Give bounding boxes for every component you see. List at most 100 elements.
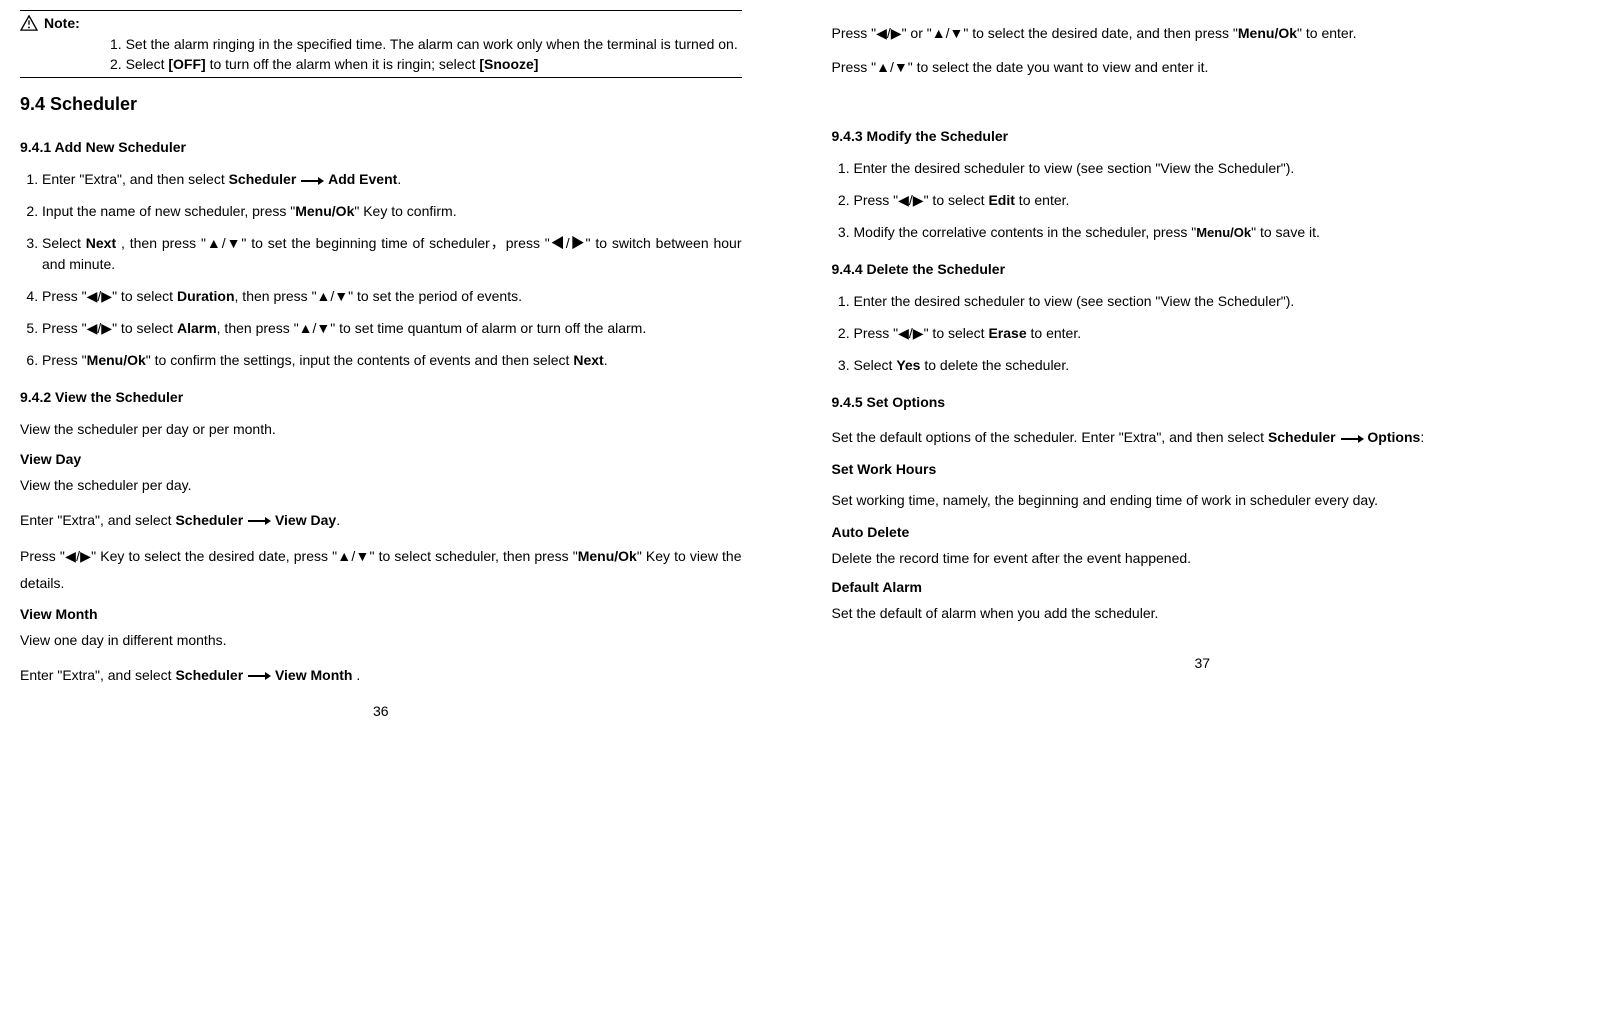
text: Press "◀/▶" to select (854, 325, 989, 341)
text: , then press "▲/▼" to set the period of … (235, 288, 522, 304)
divider (20, 77, 742, 78)
sub-heading: Auto Delete (832, 524, 1574, 540)
text: Press "◀/▶" or "▲/▼" to select the desir… (832, 25, 1238, 41)
text: to enter. (1015, 192, 1069, 208)
arrow-right-icon (247, 671, 271, 681)
text: . (397, 171, 401, 187)
paragraph: Set the default options of the scheduler… (832, 424, 1574, 451)
bold: Yes (896, 357, 920, 373)
snooze-key: [Snooze] (479, 56, 538, 72)
text: " to enter. (1297, 25, 1356, 41)
step-item: Enter the desired scheduler to view (see… (854, 291, 1574, 313)
bold: Options (1367, 429, 1420, 445)
text: Set the default options of the scheduler… (832, 429, 1268, 445)
text: . (336, 512, 340, 528)
sub-heading: View Day (20, 451, 742, 467)
bold: Scheduler (1268, 429, 1336, 445)
subsection-heading: 9.4.3 Modify the Scheduler (832, 128, 1574, 144)
steps-list: Enter the desired scheduler to view (see… (832, 158, 1574, 243)
section-heading: 9.4 Scheduler (20, 94, 742, 115)
page-number: 37 (832, 655, 1574, 671)
step-item: Select Next , then press "▲/▼" to set th… (42, 233, 742, 276)
divider (20, 10, 742, 11)
step-item: Press "◀/▶" to select Duration, then pre… (42, 286, 742, 308)
bold: Alarm (177, 320, 217, 336)
steps-list: Enter "Extra", and then select Scheduler… (20, 169, 742, 371)
text: Enter "Extra", and select (20, 512, 175, 528)
text: Enter "Extra", and then select (42, 171, 229, 187)
text: Enter the desired scheduler to view (see… (854, 160, 1295, 176)
step-item: Press "◀/▶" to select Alarm, then press … (42, 318, 742, 340)
text: " to save it. (1251, 224, 1320, 240)
bold: Next (573, 352, 603, 368)
text: Press "◀/▶" to select (42, 320, 177, 336)
text: " to confirm the settings, input the con… (146, 352, 574, 368)
bold: Menu/Ok (1196, 225, 1251, 240)
paragraph: Set working time, namely, the beginning … (832, 487, 1574, 514)
paragraph: Delete the record time for event after t… (832, 548, 1574, 570)
subsection-heading: 9.4.1 Add New Scheduler (20, 139, 742, 155)
page-spread: Note: 1. Set the alarm ringing in the sp… (0, 0, 1603, 1015)
text: , then press "▲/▼" to set time quantum o… (217, 320, 647, 336)
note-item: 1. Set the alarm ringing in the specifie… (110, 35, 742, 53)
bold: Edit (988, 192, 1014, 208)
page-right: Press "◀/▶" or "▲/▼" to select the desir… (802, 0, 1603, 1015)
paragraph: Enter "Extra", and select Scheduler View… (20, 507, 742, 534)
bold: Scheduler (229, 171, 297, 187)
text: " Key to confirm. (354, 203, 456, 219)
step-item: Enter "Extra", and then select Scheduler… (42, 169, 742, 191)
step-item: Press "Menu/Ok" to confirm the settings,… (42, 350, 742, 372)
text: Press " (42, 352, 87, 368)
text: . (604, 352, 608, 368)
subsection-heading: 9.4.4 Delete the Scheduler (832, 261, 1574, 277)
text: Enter "Extra", and select (20, 667, 175, 683)
bold: Duration (177, 288, 235, 304)
arrow-right-icon (1340, 434, 1364, 444)
paragraph: Press "◀/▶" or "▲/▼" to select the desir… (832, 20, 1574, 47)
text: . (352, 667, 360, 683)
arrow-right-icon (247, 516, 271, 526)
paragraph: Enter "Extra", and select Scheduler View… (20, 662, 742, 689)
text: Enter the desired scheduler to view (see… (854, 293, 1295, 309)
bold: Scheduler (175, 512, 243, 528)
bold: Menu/Ok (1238, 25, 1297, 41)
subsection-heading: 9.4.5 Set Options (832, 394, 1574, 410)
bold: Menu/Ok (295, 203, 354, 219)
bold: View Month (275, 667, 353, 683)
note-header: Note: (20, 15, 742, 31)
paragraph: View the scheduler per day. (20, 475, 742, 497)
step-item: Input the name of new scheduler, press "… (42, 201, 742, 223)
step-item: Enter the desired scheduler to view (see… (854, 158, 1574, 180)
sub-heading: Set Work Hours (832, 461, 1574, 477)
text: Press "◀/▶" Key to select the desired da… (20, 548, 578, 564)
paragraph: View the scheduler per day or per month. (20, 419, 742, 441)
page-left: Note: 1. Set the alarm ringing in the sp… (0, 0, 802, 1015)
paragraph: Set the default of alarm when you add th… (832, 603, 1574, 625)
sub-heading: View Month (20, 606, 742, 622)
text: Select (854, 357, 897, 373)
text: : (1420, 429, 1424, 445)
paragraph: View one day in different months. (20, 630, 742, 652)
paragraph: Press "◀/▶" Key to select the desired da… (20, 543, 742, 596)
subsection-heading: 9.4.2 View the Scheduler (20, 389, 742, 405)
step-item: Press "◀/▶" to select Erase to enter. (854, 323, 1574, 345)
steps-list: Enter the desired scheduler to view (see… (832, 291, 1574, 376)
text: Input the name of new scheduler, press " (42, 203, 295, 219)
bold: Menu/Ok (578, 548, 637, 564)
text: , then press "▲/▼" to set the beginning … (42, 235, 742, 273)
bold: Add Event (328, 171, 397, 187)
step-item: Press "◀/▶" to select Edit to enter. (854, 190, 1574, 212)
note-item: 2. Select [OFF] to turn off the alarm wh… (110, 55, 742, 73)
note-text: 1. Set the alarm ringing in the specifie… (110, 36, 738, 52)
note-label: Note: (44, 15, 80, 31)
text: Press "◀/▶" to select (854, 192, 989, 208)
bold: Scheduler (175, 667, 243, 683)
step-item: Select Yes to delete the scheduler. (854, 355, 1574, 377)
bold: Menu/Ok (87, 352, 146, 368)
bold: Next (86, 235, 116, 251)
note-list: 1. Set the alarm ringing in the specifie… (20, 35, 742, 73)
paragraph: Press "▲/▼" to select the date you want … (832, 57, 1574, 79)
bold: View Day (275, 512, 336, 528)
warning-icon (20, 15, 38, 31)
text: to delete the scheduler. (920, 357, 1069, 373)
